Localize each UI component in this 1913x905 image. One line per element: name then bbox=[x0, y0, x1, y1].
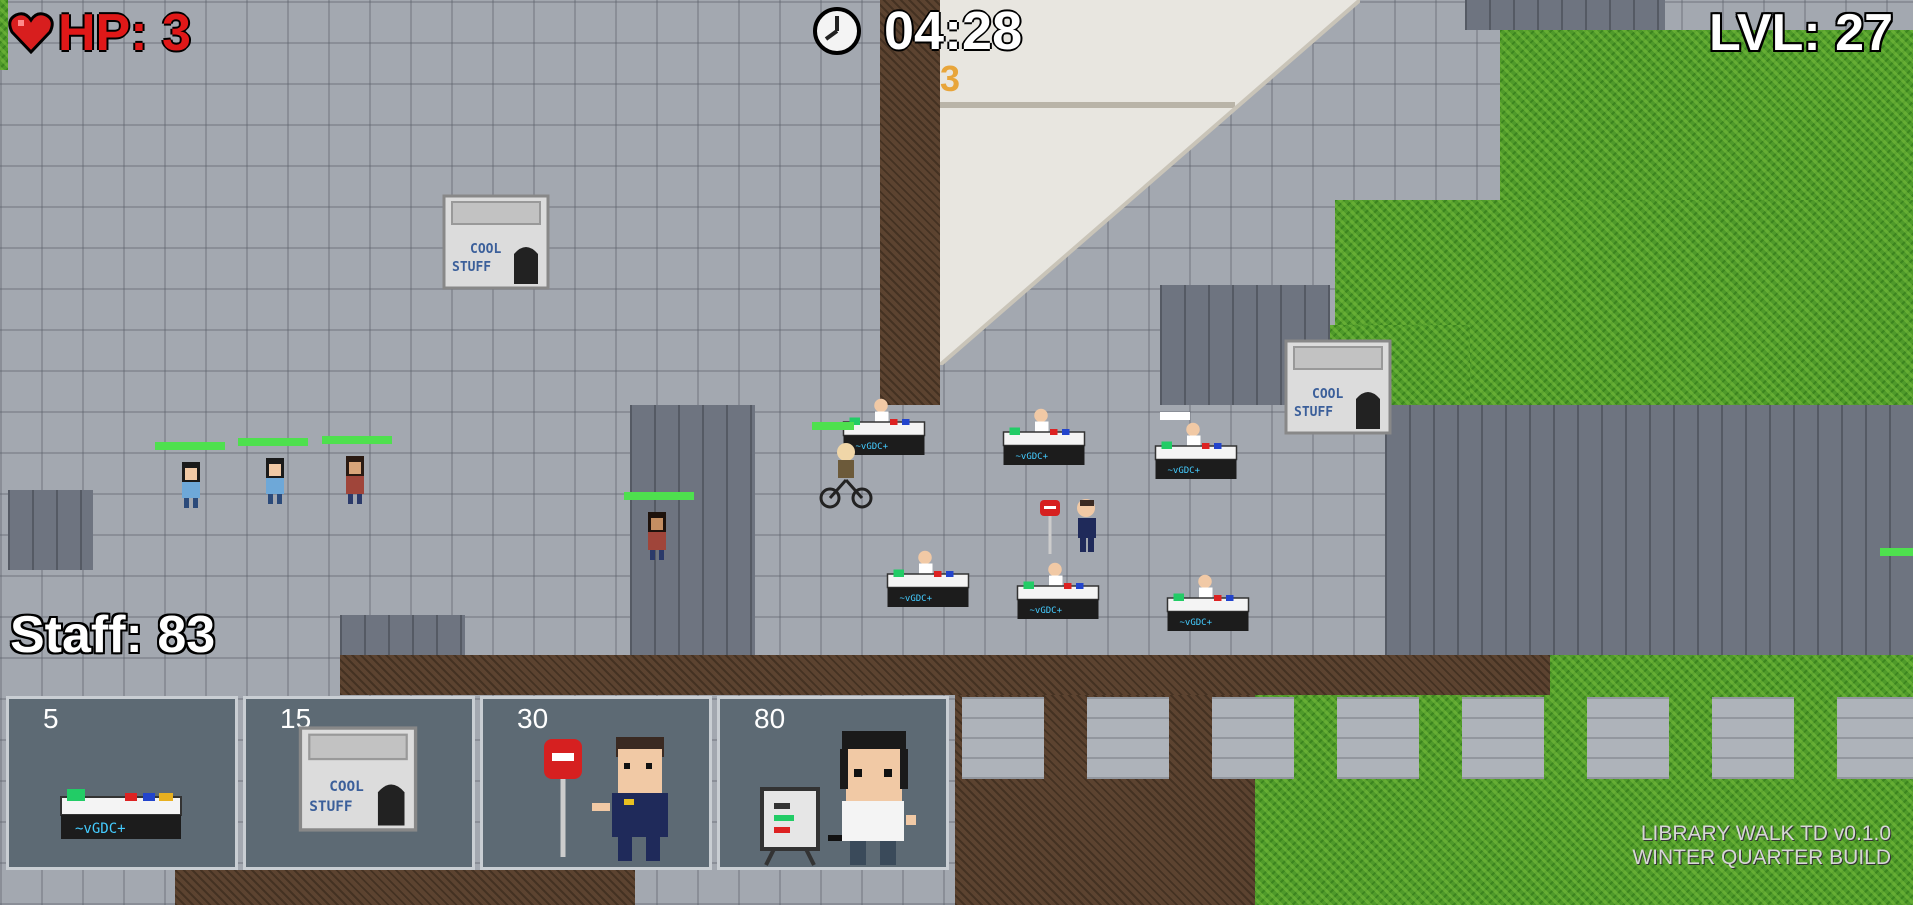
student-enemy bbox=[182, 462, 200, 508]
svg-text:STUFF: STUFF bbox=[452, 260, 491, 275]
svg-text:COOL: COOL bbox=[1312, 387, 1343, 402]
enemy-health-bar bbox=[322, 436, 392, 444]
svg-text:STUFF: STUFF bbox=[309, 799, 352, 815]
table-booth-tower[interactable]: ~vGDC+ bbox=[1152, 574, 1264, 634]
dark-pavement bbox=[8, 490, 93, 570]
presenter-icon bbox=[760, 731, 916, 866]
svg-text:~vGDC+: ~vGDC+ bbox=[900, 594, 933, 604]
svg-text:~vGDC+: ~vGDC+ bbox=[1168, 466, 1201, 476]
cool-stuff-kiosk[interactable]: COOL STUFF bbox=[440, 192, 552, 292]
svg-text:COOL: COOL bbox=[470, 242, 501, 257]
hp-display: HP: 3 bbox=[8, 4, 191, 62]
clock-icon bbox=[813, 7, 861, 55]
shop-card-table-booth[interactable]: 5 ~vGDC+ bbox=[6, 696, 238, 870]
paver bbox=[1337, 697, 1419, 779]
svg-text:~vGDC+: ~vGDC+ bbox=[1016, 452, 1049, 462]
dark-pavement bbox=[340, 615, 465, 655]
dirt-path bbox=[175, 870, 635, 905]
svg-text:~vGDC+: ~vGDC+ bbox=[75, 821, 126, 837]
dark-pavement bbox=[1385, 405, 1913, 655]
paver bbox=[1837, 697, 1913, 779]
heart-icon bbox=[8, 12, 54, 54]
version-line-2: WINTER QUARTER BUILD bbox=[1632, 846, 1891, 869]
svg-text:STUFF: STUFF bbox=[1294, 405, 1333, 420]
svg-text:~vGDC+: ~vGDC+ bbox=[1030, 606, 1063, 616]
enemy-health-bar bbox=[238, 438, 308, 446]
tower-shop: 5 ~vGDC+ 15 COOL STUFF 30 80 bbox=[6, 696, 949, 870]
table-booth-tower[interactable]: ~vGDC+ bbox=[1140, 422, 1252, 482]
grass-area bbox=[0, 0, 8, 70]
enemy-health-bar bbox=[155, 442, 225, 450]
paver bbox=[1587, 697, 1669, 779]
student-enemy bbox=[648, 512, 666, 560]
enemy-health-bar bbox=[812, 422, 854, 430]
cool-stuff-kiosk-icon: COOL STUFF bbox=[298, 726, 418, 832]
security-guard-tower[interactable] bbox=[1038, 498, 1106, 558]
enemy-health-bar bbox=[1160, 412, 1190, 420]
paver bbox=[1462, 697, 1544, 779]
version-info: LIBRARY WALK TD v0.1.0 WINTER QUARTER BU… bbox=[1632, 822, 1891, 870]
svg-text:COOL: COOL bbox=[329, 779, 364, 795]
dirt-path bbox=[340, 655, 1550, 695]
version-line-1: LIBRARY WALK TD v0.1.0 bbox=[1640, 822, 1891, 845]
table-booth-tower[interactable]: ~vGDC+ bbox=[1002, 562, 1114, 622]
student-enemy bbox=[266, 458, 284, 504]
wave-counter: 3 bbox=[940, 58, 961, 99]
timer-label: 04:28 bbox=[884, 1, 1023, 61]
student-enemy bbox=[346, 456, 364, 504]
hp-label: HP: 3 bbox=[58, 4, 191, 62]
table-booth-icon: ~vGDC+ bbox=[60, 789, 182, 839]
table-booth-tower[interactable]: ~vGDC+ bbox=[988, 408, 1100, 468]
timer-display: 04:28 bbox=[812, 2, 1022, 60]
shop-card-security-guard[interactable]: 30 bbox=[480, 696, 712, 870]
paver bbox=[1087, 697, 1169, 779]
tower-cost: 5 bbox=[43, 703, 59, 734]
enemy-health-bar bbox=[1880, 548, 1913, 556]
level-label: LVL: 27 bbox=[1709, 4, 1893, 62]
dark-pavement bbox=[1465, 0, 1665, 30]
svg-text:~vGDC+: ~vGDC+ bbox=[1180, 618, 1213, 628]
paver bbox=[1712, 697, 1794, 779]
cool-stuff-kiosk[interactable]: COOL STUFF bbox=[1282, 337, 1394, 437]
security-guard-icon bbox=[544, 737, 668, 861]
table-booth-tower[interactable]: ~vGDC+ bbox=[872, 550, 984, 610]
paver bbox=[962, 697, 1044, 779]
shop-card-cool-stuff-kiosk[interactable]: 15 COOL STUFF bbox=[243, 696, 475, 870]
paver bbox=[1212, 697, 1294, 779]
enemy-health-bar bbox=[624, 492, 694, 500]
cyclist-enemy bbox=[819, 443, 873, 509]
staff-currency-label: Staff: 83 bbox=[10, 606, 216, 664]
shop-card-presenter[interactable]: 80 bbox=[717, 696, 949, 870]
